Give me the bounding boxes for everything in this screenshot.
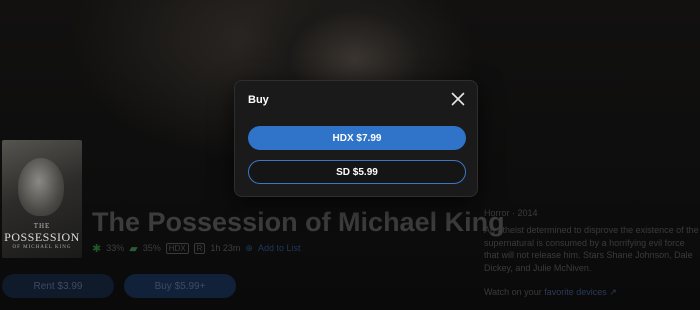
tomato-icon: ✱ bbox=[92, 242, 102, 255]
hdx-purchase-button[interactable]: HDX $7.99 bbox=[248, 126, 466, 150]
buy-button[interactable]: Buy $5.99+ bbox=[124, 274, 236, 298]
movie-poster: THE POSSESSION OF MICHAEL KING bbox=[2, 140, 82, 258]
rating-badge: R bbox=[193, 242, 206, 254]
add-to-list-link[interactable]: Add to List bbox=[258, 243, 301, 253]
synopsis: An atheist determined to disprove the ex… bbox=[484, 225, 699, 273]
external-link-icon: ↗ bbox=[609, 287, 617, 297]
runtime: 1h 23m bbox=[210, 243, 241, 253]
watch-on: Watch on your favorite devices ↗ bbox=[484, 287, 617, 298]
poster-title: POSSESSION bbox=[4, 230, 80, 244]
year: 2014 bbox=[517, 208, 538, 218]
watch-on-prefix: Watch on your bbox=[484, 287, 542, 297]
plus-circle-icon[interactable]: ⊕ bbox=[245, 243, 253, 254]
poster-subtitle: OF MICHAEL KING bbox=[12, 245, 72, 250]
poster-title-small: THE bbox=[33, 222, 51, 230]
tomatometer-score: 33% bbox=[106, 243, 125, 253]
popcorn-icon: ▰ bbox=[129, 242, 138, 255]
favorite-devices-link[interactable]: favorite devices bbox=[544, 287, 607, 297]
movie-meta-row: ✱ 33% ▰ 35% HDX R 1h 23m ⊕ Add to List bbox=[92, 241, 301, 255]
quality-badge: HDX bbox=[165, 242, 189, 254]
genre-year: Horror · 2014 bbox=[484, 208, 538, 218]
poster-image bbox=[18, 158, 64, 216]
buy-modal: Buy HDX $7.99 SD $5.99 bbox=[234, 80, 478, 197]
rent-button[interactable]: Rent $3.99 bbox=[2, 274, 114, 298]
genre: Horror bbox=[484, 208, 510, 218]
audience-score: 35% bbox=[142, 243, 161, 253]
movie-title: The Possession of Michael King bbox=[92, 207, 505, 237]
sd-purchase-button[interactable]: SD $5.99 bbox=[248, 160, 466, 184]
close-icon[interactable] bbox=[451, 92, 465, 106]
modal-title: Buy bbox=[248, 94, 269, 106]
